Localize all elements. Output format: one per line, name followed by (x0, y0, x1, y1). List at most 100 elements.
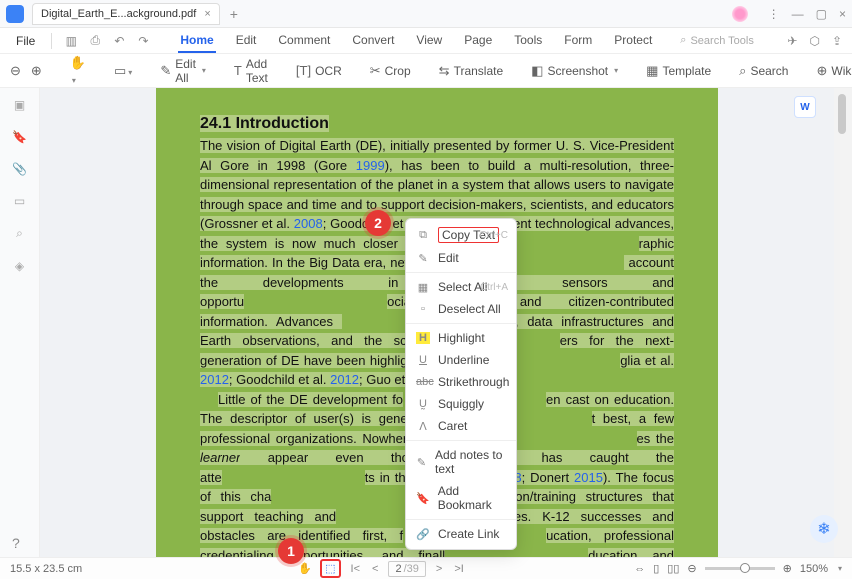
ctx-highlight[interactable]: HHighlight (406, 327, 516, 349)
page-number-input[interactable]: 2/39 (388, 561, 425, 577)
edit-all-button[interactable]: ✎Edit All▾ (160, 57, 206, 85)
single-page-icon[interactable]: ▯ (653, 562, 659, 575)
cloud-icon[interactable]: ⬡ (809, 34, 819, 48)
tab-home[interactable]: Home (178, 29, 215, 53)
reflow-icon[interactable]: ⇔ (634, 563, 645, 575)
ocr-icon: [T] (296, 63, 311, 78)
ctx-squiggly[interactable]: ṴSquiggly (406, 393, 516, 415)
app-icon (6, 5, 24, 23)
section-heading-1: 24.1 Introduction (200, 115, 329, 132)
search-tools[interactable]: ⌕ Search Tools (680, 34, 754, 47)
ctx-select-all[interactable]: ▦Select AllCtrl+A (406, 276, 516, 298)
translate-button[interactable]: ⇆Translate (439, 63, 503, 79)
close-window-icon[interactable]: × (839, 7, 846, 21)
page-dimensions: 15.5 x 23.5 cm (10, 563, 130, 575)
ocr-button[interactable]: [T]OCR (296, 63, 342, 78)
minimize-icon[interactable]: — (792, 7, 804, 21)
ctx-caret[interactable]: ꓥCaret (406, 415, 516, 437)
hand-tool-status-icon[interactable]: ✋ (298, 562, 312, 575)
ctx-underline[interactable]: UUnderline (406, 349, 516, 371)
toolbar: ⊖ ⊕ ✋▾ ▭▾ ✎Edit All▾ TAdd Text [T]OCR ✂C… (0, 54, 852, 88)
select-tool-status-icon[interactable]: ⬚ (320, 559, 340, 578)
ctx-deselect-all[interactable]: ▫Deselect All (406, 298, 516, 320)
strike-icon: abc (416, 376, 430, 388)
zoom-in-icon[interactable]: ⊕ (31, 63, 42, 79)
bookmark-add-icon: 🔖 (416, 492, 430, 505)
zoom-in-status-icon[interactable]: ⊕ (783, 562, 792, 575)
link-icon: 🔗 (416, 528, 430, 541)
save-icon[interactable]: ▥ (62, 34, 80, 48)
layers-icon[interactable]: ◈ (15, 259, 24, 273)
tab-protect[interactable]: Protect (612, 29, 654, 53)
first-page-icon[interactable]: I< (349, 563, 362, 575)
help-icon[interactable]: ? (12, 535, 20, 551)
search-panel-icon[interactable]: ⌕ (16, 226, 23, 241)
comment-panel-icon[interactable]: ▭ (14, 194, 25, 208)
bookmark-icon[interactable]: 🔖 (12, 130, 27, 144)
assistant-fab-icon[interactable]: ❄ (810, 515, 838, 543)
kebab-menu-icon[interactable]: ⋮ (768, 7, 780, 21)
tab-edit[interactable]: Edit (234, 29, 259, 53)
tab-form[interactable]: Form (562, 29, 594, 53)
pencil-icon: ✎ (160, 63, 171, 79)
copy-icon: ⧉ (416, 229, 430, 242)
main-tabs: Home Edit Comment Convert View Page Tool… (178, 29, 654, 53)
zoom-out-icon[interactable]: ⊖ (10, 63, 21, 79)
attachment-icon[interactable]: 📎 (12, 162, 27, 176)
add-text-button[interactable]: TAdd Text (234, 57, 268, 85)
zoom-knob[interactable] (740, 563, 750, 573)
last-page-icon[interactable]: >I (452, 563, 465, 575)
undo-icon[interactable]: ↶ (110, 34, 128, 48)
globe-icon: ⊕ (816, 63, 827, 79)
vertical-scrollbar[interactable] (834, 88, 852, 557)
ctx-create-link[interactable]: 🔗Create Link (406, 523, 516, 545)
search-button[interactable]: ⌕Search (739, 63, 788, 79)
close-tab-icon[interactable]: × (204, 8, 210, 20)
deselect-icon: ▫ (416, 303, 430, 315)
select-all-icon: ▦ (416, 281, 430, 294)
template-icon: ▦ (646, 63, 658, 79)
ctx-copy-text[interactable]: ⧉Copy TextCtrl+C (406, 223, 516, 247)
search-placeholder: Search Tools (690, 35, 753, 47)
word-export-badge[interactable]: W (794, 96, 816, 118)
file-menu[interactable]: File (10, 32, 41, 50)
tab-convert[interactable]: Convert (350, 29, 396, 53)
upload-icon[interactable]: ⇪ (832, 34, 842, 48)
zoom-value[interactable]: 150% (800, 563, 828, 575)
screenshot-button[interactable]: ◧Screenshot▾ (531, 63, 618, 79)
highlight-icon: H (416, 332, 430, 344)
note-icon: ✎ (416, 456, 427, 469)
zoom-slider[interactable] (705, 567, 775, 570)
scroll-thumb[interactable] (838, 94, 846, 134)
thumbnails-icon[interactable]: ▣ (14, 98, 25, 112)
ctx-edit[interactable]: ✎Edit (406, 247, 516, 269)
crop-button[interactable]: ✂Crop (370, 63, 411, 79)
print-icon[interactable]: ⎙ (86, 33, 104, 48)
hand-tool-icon[interactable]: ✋▾ (70, 55, 86, 86)
statusbar: 15.5 x 23.5 cm ✋ ⬚ I< < 2/39 > >I ⇔ ▯ ▯▯… (0, 557, 852, 579)
prev-page-icon[interactable]: < (370, 563, 380, 575)
camera-icon: ◧ (531, 63, 543, 79)
ctx-add-bookmark[interactable]: 🔖Add Bookmark (406, 480, 516, 516)
shape-tool-icon[interactable]: ▭▾ (114, 63, 132, 79)
zoom-out-status-icon[interactable]: ⊖ (687, 562, 696, 575)
tab-comment[interactable]: Comment (276, 29, 332, 53)
two-page-icon[interactable]: ▯▯ (667, 562, 679, 575)
tab-view[interactable]: View (414, 29, 444, 53)
callout-marker-2: 2 (365, 210, 391, 236)
ctx-add-notes[interactable]: ✎Add notes to text (406, 444, 516, 480)
tab-tools[interactable]: Tools (512, 29, 544, 53)
redo-icon[interactable]: ↷ (134, 34, 152, 48)
maximize-icon[interactable]: ▢ (816, 7, 827, 21)
ctx-strikethrough[interactable]: abcStrikethrough (406, 371, 516, 393)
assistant-icon[interactable] (732, 6, 748, 22)
template-button[interactable]: ▦Template (646, 63, 711, 79)
context-menu: ⧉Copy TextCtrl+C ✎Edit ▦Select AllCtrl+A… (405, 218, 517, 550)
new-tab-button[interactable]: + (230, 6, 238, 22)
document-tab[interactable]: Digital_Earth_E...ackground.pdf × (32, 3, 220, 25)
send-icon[interactable]: ✈ (787, 34, 797, 48)
tab-page[interactable]: Page (462, 29, 494, 53)
wikipedia-button[interactable]: ⊕Wikipedia (816, 63, 852, 79)
next-page-icon[interactable]: > (434, 563, 444, 575)
edit-icon: ✎ (416, 252, 430, 265)
